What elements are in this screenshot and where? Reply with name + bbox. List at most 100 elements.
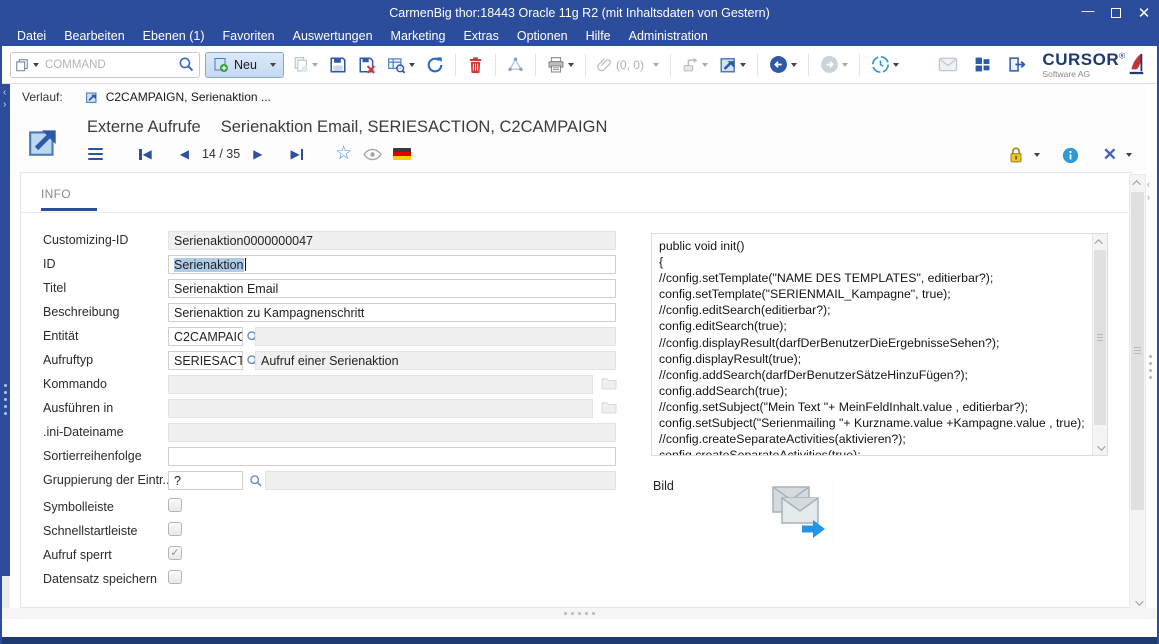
info-icon[interactable] bbox=[1062, 147, 1079, 164]
save-button[interactable] bbox=[326, 54, 350, 76]
back-button[interactable] bbox=[766, 53, 800, 76]
minimize-button[interactable]: — bbox=[1081, 3, 1095, 18]
first-record-button[interactable]: ◀ bbox=[139, 148, 152, 160]
command-dropdown-icon[interactable] bbox=[33, 63, 39, 67]
mail-icon[interactable] bbox=[938, 57, 958, 72]
previous-record-button[interactable]: ◀ bbox=[180, 148, 189, 160]
beschreibung-field[interactable]: Serienaktion zu Kampagnenschritt bbox=[168, 303, 616, 322]
last-record-button[interactable]: ▶ bbox=[290, 148, 303, 160]
bottom-splitter-handle[interactable] bbox=[2, 608, 1157, 619]
right-splitter-handle[interactable] bbox=[1149, 355, 1152, 379]
left-splitter-handle[interactable] bbox=[4, 384, 7, 415]
menu-administration[interactable]: Administration bbox=[620, 27, 717, 45]
record-menu-icon[interactable] bbox=[88, 148, 103, 161]
kommando-browse-icon[interactable] bbox=[601, 377, 617, 390]
menu-auswertungen[interactable]: Auswertungen bbox=[284, 27, 382, 45]
expand-left-icon[interactable]: › bbox=[3, 100, 6, 110]
back-dropdown-icon[interactable] bbox=[791, 63, 797, 67]
workspace-grid-icon[interactable] bbox=[974, 56, 991, 73]
sortierreihenfolge-label: Sortierreihenfolge bbox=[43, 449, 142, 463]
entitaet-description-field bbox=[255, 327, 616, 346]
menu-bearbeiten[interactable]: Bearbeiten bbox=[55, 27, 133, 45]
aufruf-sperrt-checkbox[interactable]: ✓ bbox=[168, 546, 182, 560]
attachments-button[interactable]: (0, 0) bbox=[594, 55, 662, 75]
forward-dropdown-icon[interactable] bbox=[842, 63, 848, 67]
gruppierung-field[interactable]: ? bbox=[168, 471, 243, 490]
trash-icon bbox=[467, 56, 484, 74]
history-link[interactable]: C2CAMPAIGN, Serienaktion ... bbox=[106, 90, 271, 104]
code-scroll-up[interactable] bbox=[1093, 234, 1107, 249]
print-dropdown-icon[interactable] bbox=[568, 63, 574, 67]
save-cancel-button[interactable] bbox=[355, 54, 379, 76]
new-window-dropdown-icon[interactable] bbox=[740, 63, 746, 67]
menu-optionen[interactable]: Optionen bbox=[508, 27, 577, 45]
ausfuehren-in-browse-icon[interactable] bbox=[601, 401, 617, 414]
lock-icon[interactable] bbox=[1007, 146, 1025, 164]
window-copy-icon[interactable] bbox=[15, 58, 29, 72]
bild-image bbox=[758, 476, 836, 544]
forward-button[interactable] bbox=[817, 53, 851, 76]
brand-subtitle: Software AG bbox=[1042, 70, 1125, 79]
close-record-icon[interactable]: ✕ bbox=[1103, 147, 1117, 163]
table-search-button[interactable] bbox=[384, 54, 418, 76]
menu-datei[interactable]: Datei bbox=[8, 27, 55, 45]
titel-field[interactable]: Serienaktion Email bbox=[168, 279, 616, 298]
aufruftyp-field[interactable]: SERIESACTION bbox=[168, 351, 243, 370]
code-scrollbar[interactable] bbox=[1092, 234, 1107, 455]
close-dropdown-icon[interactable] bbox=[1126, 153, 1132, 157]
relations-button[interactable] bbox=[504, 54, 527, 75]
logout-icon[interactable] bbox=[1007, 56, 1026, 73]
schnellstartleiste-checkbox[interactable] bbox=[168, 522, 182, 536]
table-search-dropdown-icon[interactable] bbox=[409, 63, 415, 67]
history-button[interactable] bbox=[868, 53, 902, 76]
maximize-button[interactable] bbox=[1109, 6, 1123, 21]
history-dropdown-icon[interactable] bbox=[893, 63, 899, 67]
tab-info[interactable]: INFO bbox=[41, 187, 97, 211]
close-button[interactable]: ✕ bbox=[1137, 4, 1151, 22]
left-panel-strip[interactable]: ‹ › bbox=[2, 84, 10, 576]
command-box[interactable] bbox=[10, 52, 200, 78]
delete-button[interactable] bbox=[464, 54, 487, 76]
copy-record-dropdown-icon[interactable] bbox=[312, 63, 318, 67]
new-record-dropdown-icon[interactable] bbox=[270, 63, 276, 67]
export-button[interactable] bbox=[679, 54, 711, 75]
sortierreihenfolge-field[interactable] bbox=[168, 447, 616, 466]
copy-record-button[interactable] bbox=[289, 54, 321, 75]
print-button[interactable] bbox=[544, 54, 577, 76]
favorite-star-icon[interactable]: ☆ bbox=[335, 146, 352, 162]
titel-label: Titel bbox=[43, 281, 66, 295]
refresh-button[interactable] bbox=[423, 54, 447, 76]
code-lines[interactable]: public void init() { //config.setTemplat… bbox=[659, 238, 1089, 456]
code-scroll-down[interactable] bbox=[1093, 440, 1107, 455]
menu-ebenen[interactable]: Ebenen (1) bbox=[134, 27, 214, 45]
menu-favoriten[interactable]: Favoriten bbox=[214, 27, 284, 45]
language-flag-icon[interactable] bbox=[393, 148, 411, 160]
page-scroll-up[interactable] bbox=[1130, 175, 1145, 190]
attachments-dropdown-icon[interactable] bbox=[653, 63, 659, 67]
open-new-window-button[interactable] bbox=[716, 54, 749, 76]
gruppierung-lookup-icon[interactable] bbox=[249, 474, 263, 488]
watch-eye-icon[interactable] bbox=[363, 148, 382, 161]
expand-right-icon[interactable]: › bbox=[1147, 193, 1150, 202]
id-field[interactable]: Serienaktion bbox=[168, 255, 616, 274]
right-panel-strip[interactable]: ‹ › bbox=[1146, 172, 1155, 608]
menu-marketing[interactable]: Marketing bbox=[382, 27, 455, 45]
init-script-editor[interactable]: public void init() { //config.setTemplat… bbox=[651, 233, 1108, 456]
datensatz-speichern-checkbox[interactable] bbox=[168, 570, 182, 584]
lock-dropdown-icon[interactable] bbox=[1034, 153, 1040, 157]
export-dropdown-icon[interactable] bbox=[702, 63, 708, 67]
symbolleiste-checkbox[interactable] bbox=[168, 498, 182, 512]
collapse-right-icon[interactable]: ‹ bbox=[1147, 180, 1150, 189]
record-navigation: ◀ ◀ 14 / 35 ▶ ▶ ☆ bbox=[88, 146, 411, 162]
command-input[interactable] bbox=[43, 58, 174, 72]
entitaet-field[interactable]: C2CAMPAIGN bbox=[168, 327, 243, 346]
cursor-logo: CURSOR® Software AG bbox=[1042, 51, 1145, 79]
new-record-button[interactable]: Neu bbox=[205, 52, 284, 78]
search-icon[interactable] bbox=[178, 56, 195, 73]
menu-hilfe[interactable]: Hilfe bbox=[577, 27, 620, 45]
collapse-left-icon[interactable]: ‹ bbox=[3, 88, 6, 98]
next-record-button[interactable]: ▶ bbox=[253, 148, 262, 160]
forward-icon bbox=[820, 55, 839, 74]
menu-extras[interactable]: Extras bbox=[454, 27, 507, 45]
page-scrollbar[interactable] bbox=[1129, 174, 1146, 611]
